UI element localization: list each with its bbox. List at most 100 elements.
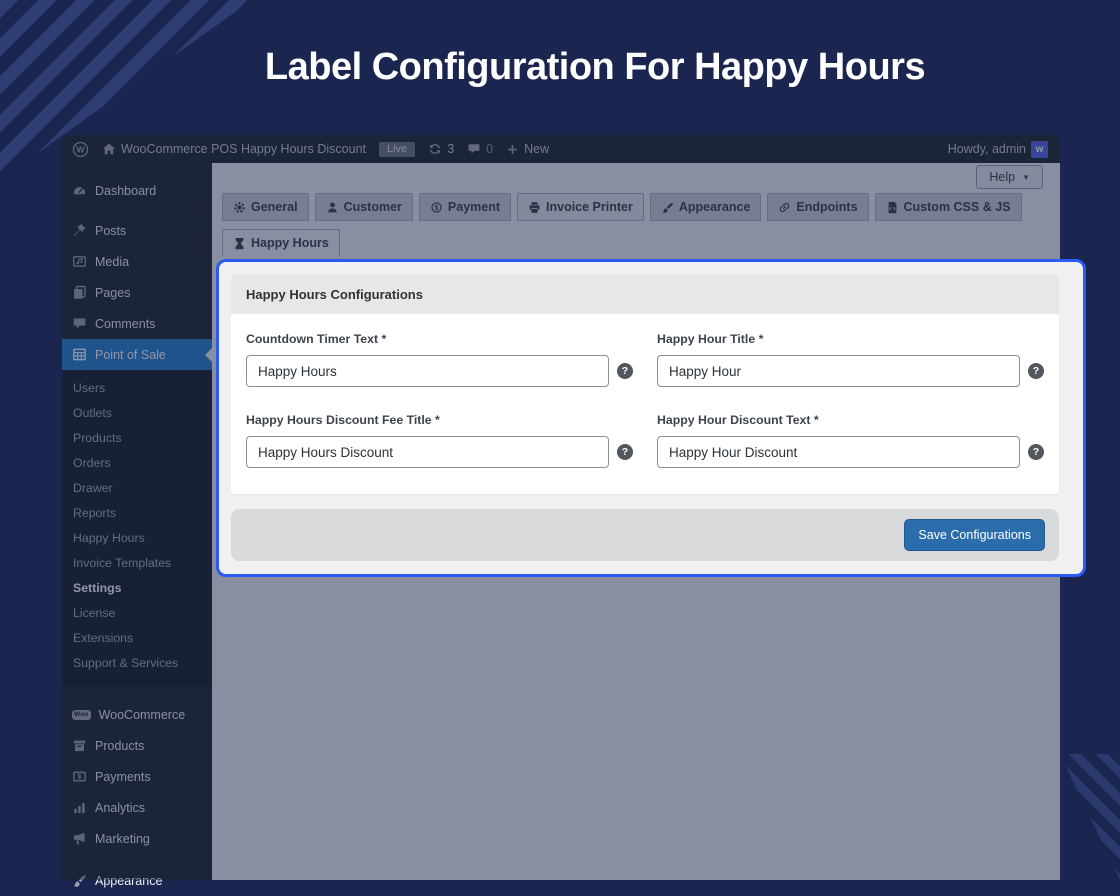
happy-hour-title-input[interactable] xyxy=(657,355,1020,387)
media-icon xyxy=(72,254,87,269)
site-name-link[interactable]: WooCommerce POS Happy Hours Discount xyxy=(102,142,366,156)
new-label: New xyxy=(524,142,550,156)
tab-payment[interactable]: $ Payment xyxy=(418,193,512,221)
submenu-item-settings[interactable]: Settings xyxy=(62,575,212,600)
pin-icon xyxy=(72,223,87,238)
submenu-item-outlets[interactable]: Outlets xyxy=(62,400,212,425)
save-configurations-button[interactable]: Save Configurations xyxy=(904,519,1045,551)
field-happy-hour-title: Happy Hour Title * ? xyxy=(657,332,1044,387)
settings-content-area: Help ▼ General Customer $ Payment Invoic… xyxy=(212,163,1086,880)
chevron-down-icon: ▼ xyxy=(1022,172,1030,182)
submenu-item-invoice-templates[interactable]: Invoice Templates xyxy=(62,550,212,575)
tab-customer[interactable]: Customer xyxy=(314,193,413,221)
sidebar-item-pages[interactable]: Pages xyxy=(62,277,212,308)
wordpress-logo-icon[interactable]: W xyxy=(72,141,89,158)
panel-footer: Save Configurations xyxy=(231,509,1059,561)
comments-link[interactable]: 0 xyxy=(467,142,493,156)
code-file-icon xyxy=(886,201,899,214)
sidebar-item-label: Appearance xyxy=(95,873,163,888)
new-content-link[interactable]: New xyxy=(506,142,549,156)
tab-endpoints[interactable]: Endpoints xyxy=(767,193,869,221)
tab-label: Invoice Printer xyxy=(546,200,633,214)
page-title: Label Configuration For Happy Hours xyxy=(264,46,926,88)
plus-icon xyxy=(506,143,519,156)
tab-happy-hours[interactable]: Happy Hours xyxy=(222,229,340,257)
grid-table-icon xyxy=(72,347,87,362)
link-icon xyxy=(778,201,791,214)
banknote-icon: $ xyxy=(72,769,87,784)
tab-label: Happy Hours xyxy=(251,236,329,250)
sidebar-item-label: Posts xyxy=(95,223,127,238)
field-happy-hour-discount-text: Happy Hour Discount Text * ? xyxy=(657,413,1044,468)
tab-custom-css-js[interactable]: Custom CSS & JS xyxy=(874,193,1022,221)
sidebar-item-label: WooCommerce xyxy=(98,708,186,722)
sidebar-item-label: Analytics xyxy=(95,800,146,815)
comment-bubble-icon xyxy=(72,316,87,331)
svg-text:$: $ xyxy=(434,205,438,212)
brush-icon xyxy=(72,873,87,888)
account-menu[interactable]: Howdy, admin w xyxy=(947,140,1048,158)
tab-general[interactable]: General xyxy=(222,193,309,221)
submenu-item-products[interactable]: Products xyxy=(62,425,212,450)
sidebar-item-woocommerce[interactable]: Woo WooCommerce xyxy=(62,700,212,730)
howdy-text: Howdy, admin xyxy=(947,142,1026,156)
help-label: Help xyxy=(989,170,1016,184)
home-icon xyxy=(102,142,116,156)
sidebar-item-marketing[interactable]: Marketing xyxy=(62,823,212,854)
live-badge: Live xyxy=(379,141,416,157)
submenu-item-drawer[interactable]: Drawer xyxy=(62,475,212,500)
submenu-item-support-services[interactable]: Support & Services xyxy=(62,650,212,675)
archive-box-icon xyxy=(72,738,87,753)
help-circle-icon[interactable]: ? xyxy=(1028,444,1044,460)
tab-label: Appearance xyxy=(678,200,751,214)
point-of-sale-submenu: Users Outlets Products Orders Drawer Rep… xyxy=(62,370,212,686)
happy-hours-discount-fee-title-input[interactable] xyxy=(246,436,609,468)
submenu-item-extensions[interactable]: Extensions xyxy=(62,625,212,650)
countdown-timer-text-input[interactable] xyxy=(246,355,609,387)
sidebar-item-label: Media xyxy=(95,254,130,269)
panel-title: Happy Hours Configurations xyxy=(231,275,1059,314)
submenu-item-happy-hours[interactable]: Happy Hours xyxy=(62,525,212,550)
person-icon xyxy=(326,201,339,214)
tab-invoice-printer[interactable]: Invoice Printer xyxy=(517,193,644,221)
help-circle-icon[interactable]: ? xyxy=(1028,363,1044,379)
tab-label: Custom CSS & JS xyxy=(903,200,1011,214)
updates-link[interactable]: 3 xyxy=(428,142,454,156)
sidebar-item-analytics[interactable]: Analytics xyxy=(62,792,212,823)
help-button[interactable]: Help ▼ xyxy=(976,165,1043,189)
comments-count: 0 xyxy=(486,142,494,156)
help-circle-icon[interactable]: ? xyxy=(617,363,633,379)
avatar: w xyxy=(1031,140,1048,158)
sidebar-item-point-of-sale[interactable]: Point of Sale xyxy=(62,339,212,370)
tab-label: Customer xyxy=(343,200,402,214)
tab-appearance[interactable]: Appearance xyxy=(649,193,762,221)
help-circle-icon[interactable]: ? xyxy=(617,444,633,460)
submenu-item-users[interactable]: Users xyxy=(62,375,212,400)
wp-admin-screenshot: W WooCommerce POS Happy Hours Discount L… xyxy=(62,135,1086,888)
sidebar-item-label: Dashboard xyxy=(95,183,157,198)
svg-text:W: W xyxy=(76,144,85,154)
sidebar-item-label: Payments xyxy=(95,769,151,784)
tab-label: Endpoints xyxy=(796,200,858,214)
sidebar-item-posts[interactable]: Posts xyxy=(62,215,212,246)
field-label: Countdown Timer Text * xyxy=(246,332,387,346)
sidebar-item-payments[interactable]: $ Payments xyxy=(62,761,212,792)
tab-label: Payment xyxy=(447,200,501,214)
field-label: Happy Hour Discount Text * xyxy=(657,413,819,427)
page: { "page_title": "Label Configuration For… xyxy=(0,0,1120,888)
sidebar-item-products-wc[interactable]: Products xyxy=(62,730,212,761)
happy-hour-discount-text-input[interactable] xyxy=(657,436,1020,468)
sidebar-item-media[interactable]: Media xyxy=(62,246,212,277)
sidebar-item-appearance[interactable]: Appearance xyxy=(62,865,212,896)
submenu-item-reports[interactable]: Reports xyxy=(62,500,212,525)
sidebar-item-dashboard[interactable]: Dashboard xyxy=(62,175,212,206)
submenu-item-license[interactable]: License xyxy=(62,600,212,625)
gear-icon xyxy=(233,201,246,214)
happy-hours-configurations-postbox: Happy Hours Configurations Countdown Tim… xyxy=(231,275,1059,494)
svg-text:$: $ xyxy=(78,774,82,781)
site-name: WooCommerce POS Happy Hours Discount xyxy=(121,142,366,156)
paintbrush-icon xyxy=(661,201,674,214)
admin-sidebar: Dashboard Posts Media Pages Comments Poi… xyxy=(62,163,212,888)
sidebar-item-comments[interactable]: Comments xyxy=(62,308,212,339)
submenu-item-orders[interactable]: Orders xyxy=(62,450,212,475)
